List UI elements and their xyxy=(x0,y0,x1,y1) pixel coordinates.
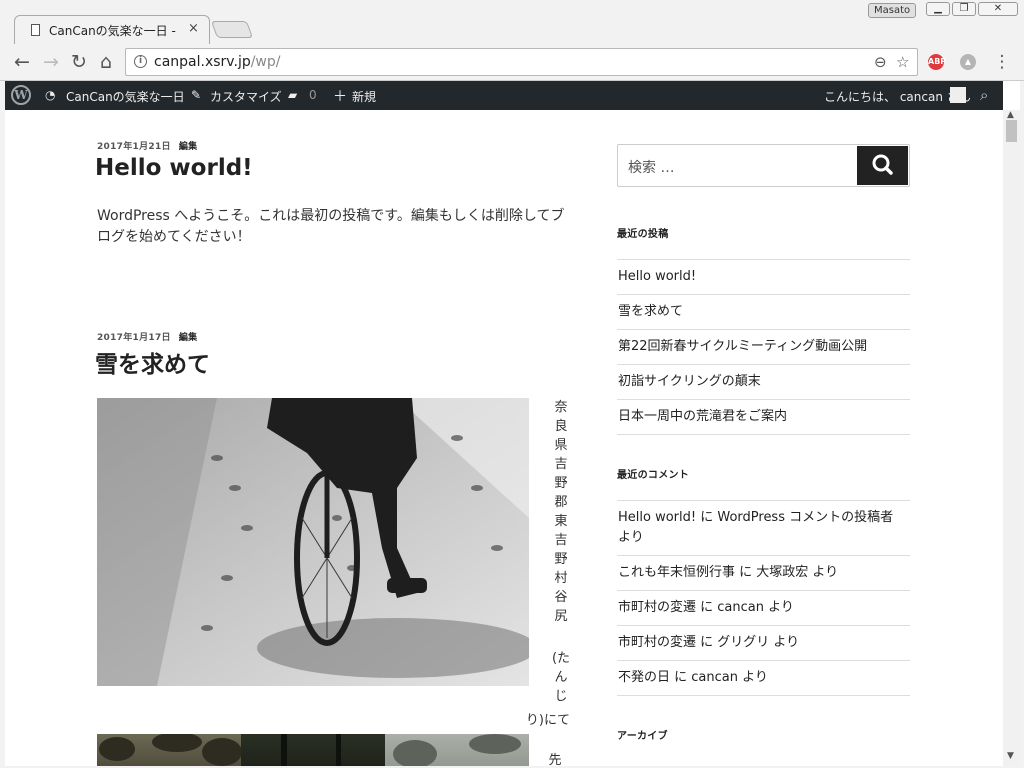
customize-link[interactable]: カスタマイズ xyxy=(210,88,282,105)
post-title[interactable]: Hello world! xyxy=(95,155,253,181)
minimize-button[interactable]: ▁ xyxy=(926,2,950,16)
list-item[interactable]: Hello world! に WordPress コメントの投稿者 より xyxy=(617,501,910,556)
list-item[interactable]: 第22回新春サイクルミーティング動画公開 xyxy=(617,330,910,365)
search-icon[interactable]: ⌕ xyxy=(980,86,988,104)
caption-char: 村 xyxy=(554,571,568,586)
post-meta: 2017年1月17日 編集 xyxy=(97,330,197,343)
list-item[interactable]: 市町村の変遷 に cancan より xyxy=(617,591,910,626)
caption-char: 先 xyxy=(548,753,562,766)
dashboard-icon: ◔ xyxy=(45,88,56,102)
list-item[interactable]: 日本一周中の荒滝君をご案内 xyxy=(617,400,910,435)
site-info-icon[interactable]: i xyxy=(134,55,147,68)
caption-char: 尻 xyxy=(554,609,568,624)
caption-char: 野 xyxy=(554,476,568,491)
caption-char: 野 xyxy=(554,552,568,567)
list-item[interactable]: これも年末恒例行事 に 大塚政宏 より xyxy=(617,556,910,591)
list-item[interactable]: Hello world! xyxy=(617,260,910,295)
gallery-photo[interactable] xyxy=(385,734,529,766)
post-title[interactable]: 雪を求めて xyxy=(95,345,210,379)
adblock-extension-icon[interactable]: ABP xyxy=(928,54,946,70)
snow-cyclist-photo xyxy=(97,398,529,686)
caption-char: 県 xyxy=(554,438,568,453)
caption-char: 郡 xyxy=(554,495,568,510)
scroll-up-icon[interactable]: ▲ xyxy=(1007,110,1014,120)
caption-char: 東 xyxy=(554,514,568,529)
plus-icon: ＋ xyxy=(333,89,347,105)
search-input[interactable]: 検索 … xyxy=(628,157,674,177)
chrome-menu-icon[interactable]: ⋮ xyxy=(990,50,1014,74)
account-greeting[interactable]: こんにちは、 cancan さん xyxy=(824,88,971,105)
list-item[interactable]: 初詣サイクリングの顛末 xyxy=(617,365,910,400)
back-button[interactable]: ← xyxy=(10,50,34,74)
caption-char: 吉 xyxy=(554,457,568,472)
post-meta: 2017年1月21日 編集 xyxy=(97,139,197,152)
new-content-link[interactable]: 新規 xyxy=(352,88,376,105)
wp-admin-bar: W ◔ CanCanの気楽な一日 ✎ カスタマイズ ▰ 0 ＋ 新規 こんにちは… xyxy=(5,81,1003,110)
scrollbar-thumb[interactable] xyxy=(1006,120,1017,142)
archives-title: アーカイブ xyxy=(617,731,668,742)
close-window-button[interactable]: ✕ xyxy=(978,2,1018,16)
new-tab-button[interactable] xyxy=(210,21,254,38)
search-form: 検索 … xyxy=(617,144,910,187)
maximize-button[interactable]: ❐ xyxy=(952,2,976,16)
home-button[interactable]: ⌂ xyxy=(94,50,118,74)
comment-icon: ▰ xyxy=(288,88,298,102)
scroll-down-icon[interactable]: ▼ xyxy=(1007,751,1014,761)
caption-char: (た xyxy=(551,651,571,666)
wordpress-logo-icon[interactable]: W xyxy=(11,85,31,105)
search-button[interactable] xyxy=(857,146,908,185)
list-item[interactable]: 市町村の変遷 に グリグリ より xyxy=(617,626,910,661)
drive-extension-icon[interactable]: ▲ xyxy=(960,54,976,70)
tab-title: CanCanの気楽な一日 - xyxy=(49,24,176,38)
browser-toolbar: ← → ↻ ⌂ i canpal.xsrv.jp/wp/ ⊖ ☆ ABP ▲ ⋮ xyxy=(0,44,1024,81)
recent-posts-title: 最近の投稿 xyxy=(617,229,669,240)
profile-button[interactable]: Masato xyxy=(868,3,917,18)
forward-button[interactable]: → xyxy=(39,50,63,74)
gallery-photo[interactable] xyxy=(97,734,241,766)
page-content: 2017年1月21日 編集 Hello world! WordPress へようこ… xyxy=(5,110,1003,766)
recent-comments-list: Hello world! に WordPress コメントの投稿者 より これも… xyxy=(617,500,910,696)
post-excerpt: WordPress へようこそ。これは最初の投稿です。編集もしくは削除してブログ… xyxy=(97,208,565,245)
window-frame-right xyxy=(1020,81,1024,768)
page-scrollbar[interactable]: ▲ ▼ xyxy=(1003,110,1020,766)
title-bar: CanCanの気楽な一日 - × Masato ▁ ❐ ✕ xyxy=(0,0,1024,44)
caption-tail: り)にて xyxy=(525,713,570,728)
edit-link[interactable]: 編集 xyxy=(179,333,198,343)
comment-count[interactable]: 0 xyxy=(309,88,317,102)
brush-icon: ✎ xyxy=(191,88,202,102)
caption-char: じ xyxy=(554,689,568,704)
zoom-icon[interactable]: ⊖ xyxy=(874,53,887,71)
recent-comments-title: 最近のコメント xyxy=(617,470,690,481)
caption-char: 奈 xyxy=(554,400,568,415)
page-icon xyxy=(31,24,40,36)
address-bar[interactable]: i canpal.xsrv.jp/wp/ ⊖ ☆ xyxy=(125,48,918,76)
caption-char: 良 xyxy=(554,419,568,434)
gallery-photo[interactable] xyxy=(241,734,385,766)
search-icon xyxy=(872,154,893,175)
edit-link[interactable]: 編集 xyxy=(179,142,198,152)
list-item[interactable]: 雪を求めて xyxy=(617,295,910,330)
url-text: canpal.xsrv.jp/wp/ xyxy=(154,54,281,70)
post-date[interactable]: 2017年1月17日 xyxy=(97,333,171,343)
bookmark-star-icon[interactable]: ☆ xyxy=(896,53,909,71)
tab-close-icon[interactable]: × xyxy=(188,21,199,36)
reload-button[interactable]: ↻ xyxy=(67,50,91,74)
caption-char: ん xyxy=(554,670,568,685)
list-item[interactable]: 不発の日 に cancan より xyxy=(617,661,910,696)
avatar[interactable] xyxy=(950,87,966,103)
browser-tab[interactable]: CanCanの気楽な一日 - × xyxy=(14,15,210,44)
post-date[interactable]: 2017年1月21日 xyxy=(97,142,171,152)
recent-posts-list: Hello world! 雪を求めて 第22回新春サイクルミーティング動画公開 … xyxy=(617,259,910,435)
caption-char: 谷 xyxy=(554,590,568,605)
site-name-link[interactable]: CanCanの気楽な一日 xyxy=(66,88,185,105)
caption-char: 吉 xyxy=(554,533,568,548)
